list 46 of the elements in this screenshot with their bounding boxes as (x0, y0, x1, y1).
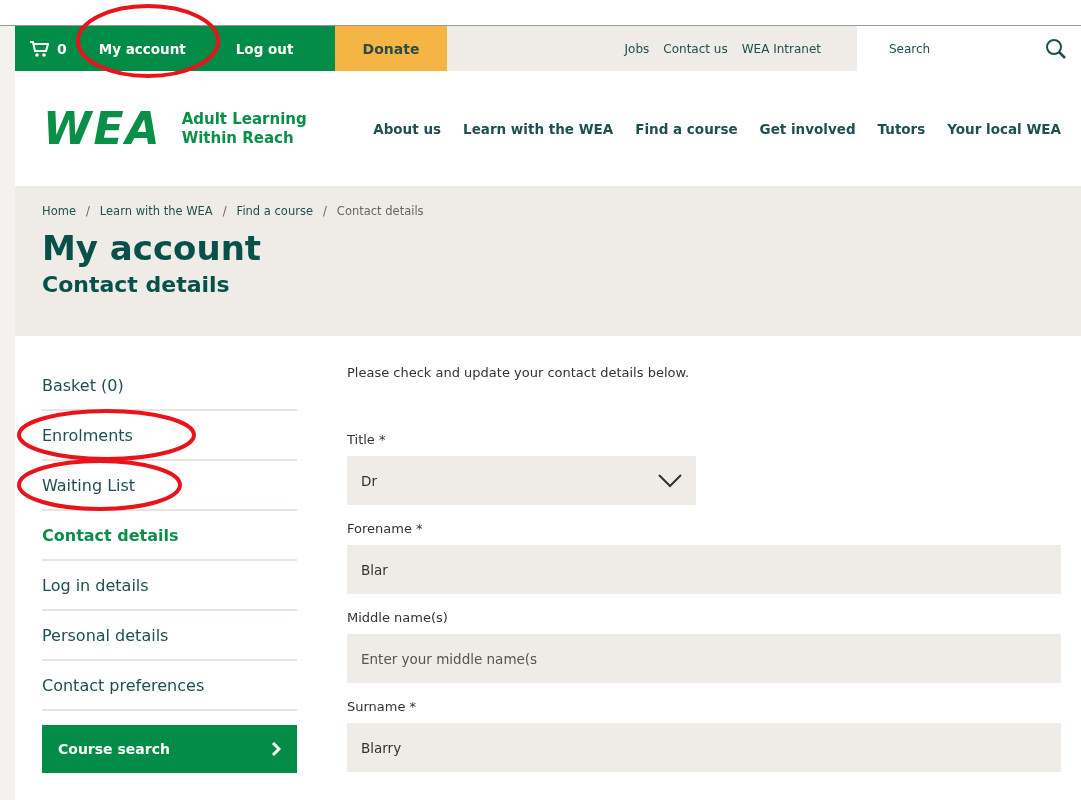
utility-link[interactable]: Contact us (663, 41, 728, 56)
field-label: Title * (347, 432, 387, 447)
basket-link[interactable]: 0 (15, 39, 77, 58)
field-label: Surname * (347, 699, 418, 714)
breadcrumb-separator: / (222, 204, 227, 218)
field-label: Forename * (347, 521, 424, 536)
sidebar-item[interactable]: Basket (0) (42, 361, 297, 411)
intro-text: Please check and update your contact details below. (347, 365, 690, 380)
sidebar-item[interactable]: Personal details (42, 611, 297, 661)
title-select[interactable]: Dr (347, 456, 696, 505)
input-field[interactable]: Blarry (347, 723, 1061, 772)
sidebar-item[interactable]: Enrolments (42, 411, 297, 461)
breadcrumb-link[interactable]: Home (42, 204, 76, 218)
utility-link[interactable]: Jobs (624, 41, 650, 56)
nav-link[interactable]: Tutors (877, 120, 926, 137)
nav-link[interactable]: Find a course (635, 120, 738, 137)
chevron-down-icon (658, 473, 682, 488)
page-title: My account (42, 228, 263, 268)
breadcrumb-separator: / (323, 204, 327, 218)
utility-link[interactable]: WEA Intranet (741, 41, 821, 56)
breadcrumb-link[interactable]: Find a course (236, 204, 313, 218)
breadcrumb-separator: / (85, 204, 90, 218)
nav-link[interactable]: Get involved (759, 120, 856, 137)
breadcrumb-link[interactable]: Learn with the WEA (99, 204, 213, 218)
nav-link[interactable]: About us (373, 120, 442, 137)
donate-button[interactable]: Donate (335, 26, 447, 71)
tagline: Adult Learning (181, 109, 307, 129)
nav-link[interactable]: Learn with the WEA (463, 120, 614, 137)
sidebar-item[interactable]: Contact preferences (42, 661, 297, 711)
cart-icon (29, 39, 49, 58)
sidebar-item[interactable]: Log in details (42, 561, 297, 611)
tagline: Within Reach (181, 128, 295, 148)
sidebar-item[interactable]: Contact details (42, 511, 297, 561)
sidebar-item[interactable]: Waiting List (42, 461, 297, 511)
field-label: Middle name(s) (347, 610, 449, 625)
input-field[interactable]: Enter your middle name(s (347, 634, 1061, 683)
breadcrumb-link[interactable]: Contact details (336, 204, 424, 218)
logo[interactable]: WEA (43, 103, 162, 154)
top-bar-link[interactable]: Log out (213, 40, 322, 57)
page-subtitle: Contact details (42, 272, 231, 297)
nav-link[interactable]: Your local WEA (947, 120, 1061, 137)
course-search-button[interactable]: Course search (42, 725, 297, 773)
chevron-icon (271, 742, 281, 756)
basket-count: 0 (57, 40, 67, 57)
input-field[interactable]: Blar (347, 545, 1061, 594)
search-icon[interactable] (1045, 37, 1067, 60)
